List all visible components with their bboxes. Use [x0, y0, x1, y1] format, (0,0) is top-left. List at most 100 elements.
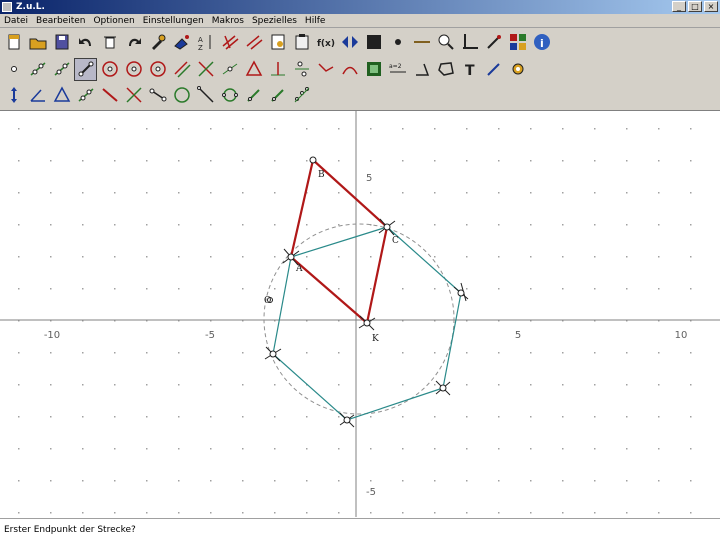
dot-tool-button[interactable] [386, 31, 409, 54]
point-b[interactable] [309, 156, 317, 164]
grid-tool-button[interactable] [218, 31, 241, 54]
color-tool-tool-button[interactable] [170, 31, 193, 54]
angle-tool-button[interactable] [410, 58, 433, 81]
info-tool-button[interactable]: i [530, 31, 553, 54]
save-tool-button[interactable] [50, 31, 73, 54]
parallel-tool-button[interactable] [170, 58, 193, 81]
wand-tool-button[interactable] [482, 58, 505, 81]
circle-dots-icon [221, 88, 238, 102]
point-k[interactable] [363, 319, 371, 327]
segment-2-tool-button[interactable] [146, 84, 169, 107]
window-title: Z.u.L. [16, 2, 45, 12]
point-tool-button[interactable] [2, 58, 25, 81]
segment-ck[interactable] [365, 226, 389, 324]
gear-icon [512, 63, 523, 75]
text-tool-tool-button[interactable]: T [458, 58, 481, 81]
svg-text:A: A [198, 36, 203, 44]
open-folder-tool-button[interactable] [26, 31, 49, 54]
reflect-tool-button[interactable] [290, 58, 313, 81]
clipboard-tool-button[interactable] [290, 31, 313, 54]
axes-tool-button[interactable] [458, 31, 481, 54]
circle-3pt-icon [149, 61, 166, 77]
move-tool-button[interactable] [2, 84, 25, 107]
maximize-button[interactable]: □ [688, 1, 702, 12]
minimize-button[interactable]: _ [672, 1, 686, 12]
magic-wand-tool-button[interactable] [482, 31, 505, 54]
menu-optionen[interactable]: Optionen [89, 16, 138, 26]
intersection-tool-button[interactable] [194, 58, 217, 81]
circle-dots-tool-button[interactable] [218, 84, 241, 107]
menu-spezielles[interactable]: Spezielles [248, 16, 301, 26]
hexagon-vertex[interactable] [269, 350, 277, 358]
circle-tool-tool-button[interactable] [170, 84, 193, 107]
midpoint-tool-button[interactable] [218, 58, 241, 81]
function-tool-button[interactable]: f(x) [314, 31, 337, 54]
gear-tool-button[interactable] [506, 58, 529, 81]
sort-icon: AZ [198, 35, 210, 52]
new-file-tool-button[interactable] [2, 31, 25, 54]
point-c[interactable] [383, 223, 391, 231]
title-bar[interactable]: Z.u.L. _ □ × [0, 0, 720, 14]
redo-icon [128, 38, 141, 46]
status-text: Erster Endpunkt der Strecke? [4, 524, 136, 535]
bend-tool-button[interactable] [314, 58, 337, 81]
cross-icon [125, 87, 142, 103]
triangle-tool-button[interactable] [242, 58, 265, 81]
hexagon-vertex[interactable] [343, 416, 351, 424]
pencil-2-tool-button[interactable] [266, 84, 289, 107]
menu-bearbeiten[interactable]: Bearbeiten [32, 16, 89, 26]
diagonal-tool-button[interactable] [194, 84, 217, 107]
line-tool-button[interactable] [26, 58, 49, 81]
close-button[interactable]: × [704, 1, 718, 12]
pencil-2-icon [270, 89, 284, 102]
film-tool-button[interactable] [362, 58, 385, 81]
menu-hilfe[interactable]: Hilfe [301, 16, 329, 26]
edit-tool-icon [151, 34, 165, 50]
properties-tool-button[interactable] [266, 31, 289, 54]
hash-tool-button[interactable] [242, 31, 265, 54]
construction-canvas[interactable]: -10 -5 5 10 5 -5 B C A K O [0, 110, 720, 518]
angle-mark-tool-button[interactable] [26, 84, 49, 107]
color-tool-icon [173, 35, 189, 50]
delete-tool-button[interactable] [98, 31, 121, 54]
circle-tool-button[interactable] [98, 58, 121, 81]
zoom-tool-button[interactable] [434, 31, 457, 54]
polygon-tool-button[interactable] [434, 58, 457, 81]
menu-einstellungen[interactable]: Einstellungen [139, 16, 208, 26]
segment-tool-button[interactable] [74, 57, 97, 81]
redo-tool-button[interactable] [122, 31, 145, 54]
label-a: A [295, 264, 303, 274]
equation-tool-button[interactable]: a=2 [386, 58, 409, 81]
x-tick-label: 10 [675, 330, 688, 341]
x-tick-label: -5 [205, 330, 215, 341]
line-red-tool-button[interactable] [98, 84, 121, 107]
segment-tool-tool-button[interactable] [74, 84, 97, 107]
black-square-tool-button[interactable] [362, 31, 385, 54]
color-palette-tool-button[interactable] [506, 31, 529, 54]
app-icon[interactable] [2, 2, 12, 12]
perpendicular-tool-button[interactable] [266, 58, 289, 81]
sort-tool-button[interactable]: AZ [194, 31, 217, 54]
drawing-surface[interactable]: -10 -5 5 10 5 -5 B C A K O [0, 111, 720, 517]
pencil-tool-button[interactable] [242, 84, 265, 107]
menu-makros[interactable]: Makros [208, 16, 248, 26]
undo-tool-button[interactable] [74, 31, 97, 54]
points-tool-button[interactable] [290, 84, 313, 107]
line-color-tool-button[interactable] [410, 31, 433, 54]
triangle-tool-tool-button[interactable] [50, 84, 73, 107]
menu-datei[interactable]: Datei [0, 16, 32, 26]
hexagon-vertex[interactable] [457, 289, 465, 297]
point-a[interactable] [287, 253, 295, 261]
ray-tool-button[interactable] [50, 58, 73, 81]
edit-tool-tool-button[interactable] [146, 31, 169, 54]
arrows-tool-button[interactable] [338, 31, 361, 54]
curve-tool-button[interactable] [338, 58, 361, 81]
label-o: O [264, 296, 271, 306]
triangle-tool-icon [53, 86, 70, 102]
circle-radius-tool-button[interactable] [122, 58, 145, 81]
info-icon: i [533, 34, 550, 50]
circle-3pt-tool-button[interactable] [146, 58, 169, 81]
point-icon [10, 66, 17, 72]
hexagon-vertex[interactable] [439, 384, 447, 392]
cross-tool-button[interactable] [122, 84, 145, 107]
